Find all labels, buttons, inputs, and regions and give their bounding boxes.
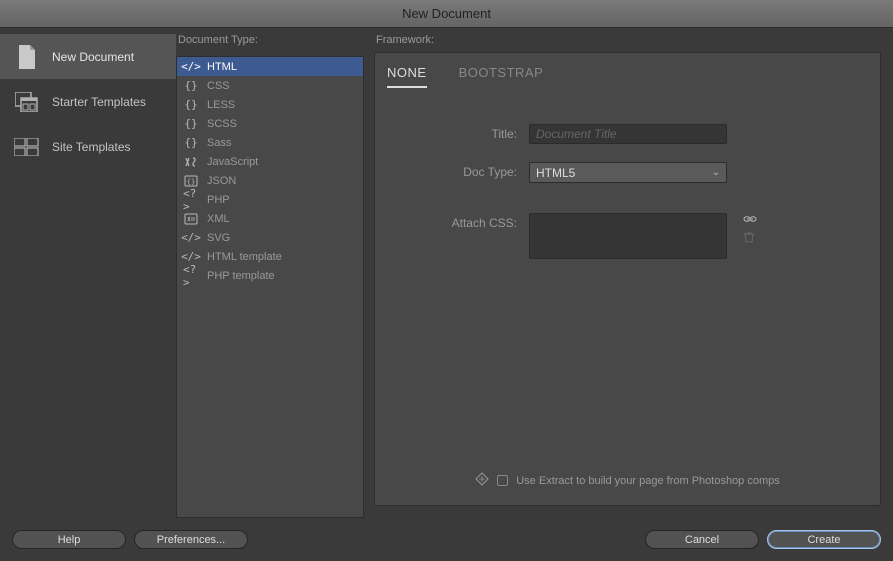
titlebar: New Document — [0, 0, 893, 28]
tab-none[interactable]: NONE — [387, 65, 427, 88]
xml-icon — [183, 213, 199, 225]
doctype-select[interactable]: HTML5 ⌄ — [529, 162, 727, 183]
js-icon — [183, 156, 199, 168]
window-title: New Document — [402, 6, 491, 21]
doctype-less[interactable]: {} LESS — [177, 95, 363, 114]
cancel-button[interactable]: Cancel — [645, 530, 759, 549]
help-button[interactable]: Help — [12, 530, 126, 549]
attach-css-list[interactable] — [529, 213, 727, 259]
category-label: Site Templates — [52, 140, 131, 154]
doctype-value: HTML5 — [536, 166, 575, 180]
doctype-label: PHP template — [207, 270, 275, 282]
doctype-json[interactable]: {} JSON — [177, 171, 363, 190]
doctype-label: SCSS — [207, 118, 237, 130]
doctype-css[interactable]: {} CSS — [177, 76, 363, 95]
svg-text:{}: {} — [187, 178, 195, 186]
code-icon: </> — [183, 250, 199, 263]
framework-panel: NONE BOOTSTRAP Title: Doc Type: HTML5 ⌄ … — [374, 52, 881, 506]
title-label: Title: — [387, 124, 517, 141]
doctype-label: JavaScript — [207, 156, 258, 168]
php-icon: <?> — [183, 187, 199, 213]
doctype-javascript[interactable]: JavaScript — [177, 152, 363, 171]
document-icon — [14, 45, 40, 69]
braces-icon: {} — [183, 79, 199, 92]
code-icon: </> — [183, 60, 199, 73]
doctype-svg[interactable]: </> SVG — [177, 228, 363, 247]
doctype-label: Sass — [207, 137, 231, 149]
category-starter-templates[interactable]: Starter Templates — [0, 79, 176, 124]
doctype-label: LESS — [207, 99, 235, 111]
chevron-down-icon: ⌄ — [712, 167, 720, 178]
extract-checkbox[interactable] — [497, 475, 508, 486]
category-sidebar: New Document Starter Templates Site Temp… — [0, 28, 176, 518]
code-icon: </> — [183, 231, 199, 244]
attach-css-label: Attach CSS: — [387, 213, 517, 230]
title-input[interactable] — [529, 124, 727, 144]
doctype-header: Document Type: — [176, 28, 368, 52]
php-icon: <?> — [183, 263, 199, 289]
doctype-label: XML — [207, 213, 230, 225]
footer: Help Preferences... Cancel Create — [0, 518, 893, 561]
braces-icon: {} — [183, 117, 199, 130]
create-button[interactable]: Create — [767, 530, 881, 549]
doctype-label: HTML template — [207, 251, 282, 263]
extract-text: Use Extract to build your page from Phot… — [516, 475, 780, 487]
delete-css-icon[interactable] — [743, 231, 757, 246]
doctype-php-template[interactable]: <?> PHP template — [177, 266, 363, 285]
doctype-xml[interactable]: XML — [177, 209, 363, 228]
category-new-document[interactable]: New Document — [0, 34, 176, 79]
doctype-html[interactable]: </> HTML — [177, 57, 363, 76]
category-site-templates[interactable]: Site Templates — [0, 124, 176, 169]
doctype-label: HTML — [207, 61, 237, 73]
braces-icon: {} — [183, 98, 199, 111]
site-icon — [14, 138, 40, 156]
doctype-label: SVG — [207, 232, 230, 244]
doctype-html-template[interactable]: </> HTML template — [177, 247, 363, 266]
doctype-label: PHP — [207, 194, 230, 206]
tab-bootstrap[interactable]: BOOTSTRAP — [459, 65, 544, 88]
doctype-list-panel: </> HTML {} CSS {} LESS {} SCSS {} Sas — [176, 56, 364, 518]
doctype-scss[interactable]: {} SCSS — [177, 114, 363, 133]
doctype-label: JSON — [207, 175, 236, 187]
link-css-icon[interactable] — [743, 213, 757, 227]
doctype-label: CSS — [207, 80, 230, 92]
braces-icon: {} — [183, 136, 199, 149]
framework-tabs: NONE BOOTSTRAP — [387, 61, 868, 96]
template-icon — [14, 92, 40, 112]
category-label: New Document — [52, 50, 134, 64]
doctype-sass[interactable]: {} Sass — [177, 133, 363, 152]
preferences-button[interactable]: Preferences... — [134, 530, 248, 549]
category-label: Starter Templates — [52, 95, 146, 109]
framework-header: Framework: — [374, 28, 881, 52]
json-icon: {} — [183, 175, 199, 187]
doctype-php[interactable]: <?> PHP — [177, 190, 363, 209]
extract-icon — [475, 472, 489, 489]
doctype-label: Doc Type: — [387, 162, 517, 179]
